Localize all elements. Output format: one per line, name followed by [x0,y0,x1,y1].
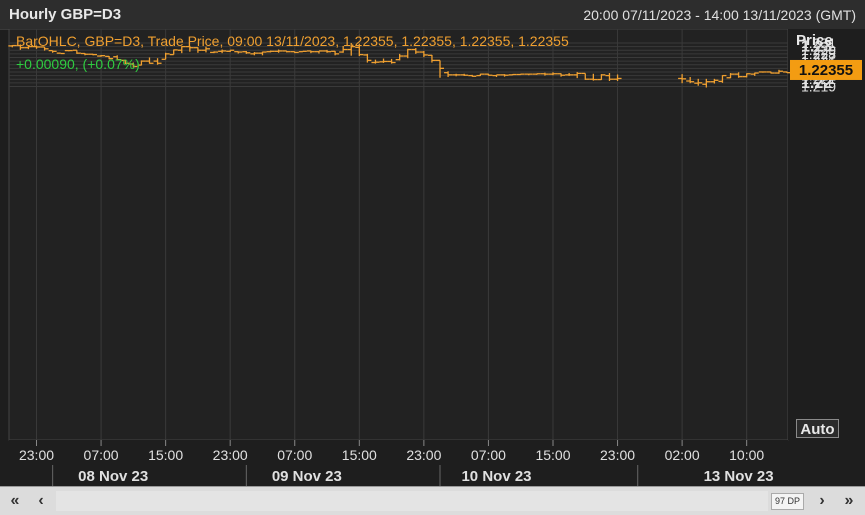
auto-scale-button[interactable]: Auto [796,419,839,438]
date-range-label: 20:00 07/11/2023 - 14:00 13/11/2023 (GMT… [583,7,856,23]
time-tick-label: 23:00 [406,447,441,463]
current-price-tag-group: 1.22355 [790,59,862,80]
scroll-next-button[interactable]: › [811,490,833,512]
time-tick-label: 23:00 [213,447,248,463]
date-label: 13 Nov 23 [704,468,774,485]
scroll-first-button[interactable]: « [4,490,26,512]
price-chart[interactable]: 1.2311.231.2291.2281.2271.2261.2251.2241… [0,29,865,486]
plot-area[interactable] [8,29,789,441]
current-price-label: 1.22355 [799,62,853,79]
time-tick-label: 07:00 [277,447,312,463]
time-tick-label: 10:00 [729,447,764,463]
time-tick-label: 23:00 [19,447,54,463]
chart-scrollbar[interactable]: « ‹ 97 DP › » [0,486,865,515]
legend-ohlc-info: BarOHLC, GBP=D3, Trade Price, 09:00 13/1… [16,33,569,49]
date-label: 08 Nov 23 [78,468,148,485]
time-tick-label: 07:00 [84,447,119,463]
time-tick-label: 15:00 [535,447,570,463]
scrollbar-track[interactable] [56,491,768,511]
title-bar: Hourly GBP=D3 20:00 07/11/2023 - 14:00 1… [0,0,865,30]
chart-window: Hourly GBP=D3 20:00 07/11/2023 - 14:00 1… [0,0,865,515]
legend-change: +0.00090, (+0.07%) [16,56,140,72]
scroll-prev-button[interactable]: ‹ [30,490,52,512]
data-points-badge: 97 DP [771,493,804,510]
ohlc-bar [298,50,307,53]
time-tick-label: 15:00 [342,447,377,463]
date-label: 09 Nov 23 [272,468,342,485]
ohlc-bar [758,71,767,73]
time-tick-label: 15:00 [148,447,183,463]
scroll-last-button[interactable]: » [838,490,860,512]
ohlc-bar [516,73,525,76]
ohlc-bar [508,73,517,76]
price-axis-header: Price [796,32,833,49]
ohlc-bar [64,49,73,52]
date-label: 10 Nov 23 [461,468,531,485]
price-tick-label: 1.219 [801,78,836,94]
time-tick-label: 02:00 [665,447,700,463]
time-tick-label: 07:00 [471,447,506,463]
chart-title: Hourly GBP=D3 [9,6,122,23]
time-tick-label: 23:00 [600,447,635,463]
